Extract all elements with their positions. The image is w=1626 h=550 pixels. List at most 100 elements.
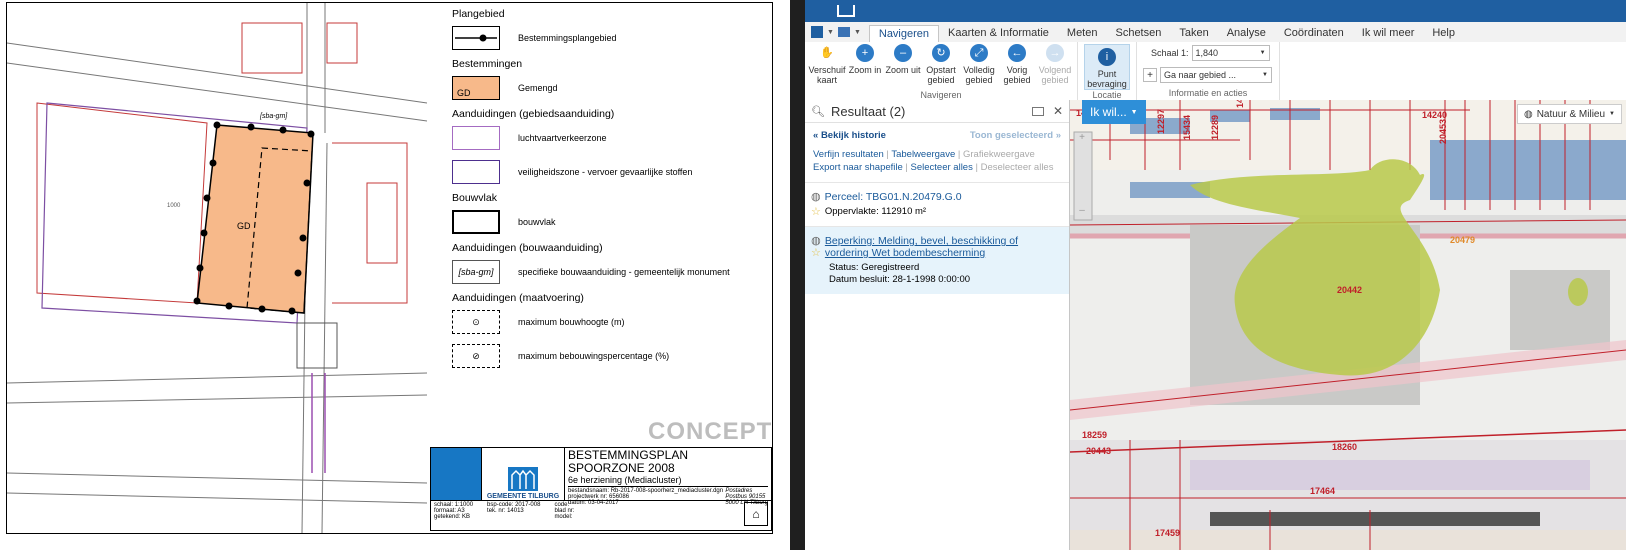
save-icon[interactable]: [811, 26, 823, 38]
minimize-icon[interactable]: [1031, 106, 1044, 116]
parcel-label: 20453: [1438, 118, 1448, 144]
sba-code: [sba-gm]: [458, 267, 494, 277]
window-divider: [790, 0, 805, 550]
history-link[interactable]: « Bekijk historie: [813, 130, 886, 141]
goto-area-select[interactable]: Ga naar gebied ... ▼: [1160, 67, 1272, 83]
tab-schetsen[interactable]: Schetsen: [1106, 25, 1170, 42]
punt-bevraging-label: Punt bevraging: [1087, 69, 1127, 89]
parcel-label: 15434: [1182, 114, 1192, 140]
parcel-label: 14239: [1235, 100, 1245, 108]
bouwhoogte-symbol: ⊙: [472, 316, 480, 327]
show-selected-label: Toon geselecteerd: [969, 130, 1054, 141]
plan-subtitle: 6e herziening (Mediacluster): [568, 475, 768, 487]
legend-bebouwing-label: maximum bebouwingspercentage (%): [518, 351, 670, 361]
zoom-out-icon: –: [894, 44, 912, 62]
layer-selector[interactable]: ◍ Natuur & Milieu ▼: [1516, 104, 1622, 124]
folder-icon[interactable]: [837, 27, 850, 37]
model-label: model:: [554, 514, 573, 520]
legend-bouwvlak-label: bouwvlak: [518, 217, 556, 227]
ribbon-group-navigeren: ✋ Verschuif kaart + Zoom in – Zoom uit ↻ Opstar…: [805, 42, 1078, 100]
result-area: Oppervlakte: 112910 m²: [824, 206, 927, 217]
result-item-beperking[interactable]: ◍ ☆ Beperking: Melding, bevel, beschikki…: [805, 226, 1069, 294]
legend-maatvoering-heading: Aanduidingen (maatvoering): [452, 292, 584, 304]
star-icon[interactable]: ☆: [811, 247, 821, 259]
select-all-link[interactable]: Selecteer alles: [911, 162, 973, 173]
results-header: 🔍︎ Resultaat (2) ✕: [805, 100, 1069, 123]
tek-value: 14013: [507, 508, 524, 514]
star-icon[interactable]: ☆: [811, 206, 821, 218]
ik-wil-button[interactable]: Ik wil... ▼: [1082, 100, 1146, 124]
verschuif-kaart-button[interactable]: ✋ Verschuif kaart: [808, 44, 846, 90]
layer-label: Natuur & Milieu: [1536, 108, 1606, 120]
close-icon[interactable]: ✕: [1053, 104, 1063, 118]
tab-kaarten-informatie[interactable]: Kaarten & Informatie: [939, 25, 1058, 42]
tab-meten[interactable]: Meten: [1058, 25, 1107, 42]
tab-navigeren[interactable]: Navigeren: [868, 25, 940, 42]
bebouwing-swatch: ⊘: [452, 344, 500, 368]
zoom-in-icon: +: [856, 44, 874, 62]
gis-viewer: ▼ ▼ Navigeren Kaarten & Informatie Meten Sc…: [805, 0, 1626, 550]
ribbon-button-label: Opstart gebied: [926, 65, 956, 85]
bouwvlak-swatch: [452, 210, 500, 234]
scale-value: 1,840: [1195, 48, 1219, 58]
vorig-gebied-button[interactable]: ← Vorig gebied: [999, 44, 1035, 90]
deselect-all-link[interactable]: Deselecteer alles: [981, 162, 1054, 173]
legend: Plangebied Bestemmingsplangebied Bestemm…: [452, 8, 772, 376]
tab-ik-wil-meer[interactable]: Ik wil meer: [1353, 25, 1424, 42]
map-canvas[interactable]: [1070, 100, 1626, 550]
parcel-label: 17459: [1155, 528, 1181, 538]
municipality-name: GEMEENTE TILBURG: [486, 493, 560, 500]
ribbon-button-label: Vorig gebied: [1003, 65, 1031, 85]
graph-view-link[interactable]: Grafiekweergave: [963, 149, 1035, 160]
parcel-label: 20479: [1450, 235, 1476, 245]
zoom-control[interactable]: + –: [1074, 132, 1090, 216]
export-shapefile-link[interactable]: Export naar shapefile: [813, 162, 903, 173]
ribbon-button-label: Verschuif kaart: [808, 65, 846, 85]
globe-icon: ◍: [811, 191, 821, 203]
chevron-down-icon: ▼: [1130, 108, 1138, 116]
sba-swatch: [sba-gm]: [452, 260, 500, 284]
tilburg-crest-icon: [508, 467, 538, 491]
chevron-down-icon: ▼: [1259, 50, 1266, 56]
add-icon[interactable]: +: [1143, 68, 1157, 82]
map-view[interactable]: 1419912297154341228914239142402045320479…: [1070, 100, 1626, 550]
legend-bouwaanduiding-heading: Aanduidingen (bouwaanduiding): [452, 242, 603, 254]
map-label-gd: GD: [237, 221, 251, 231]
ribbon: ✋ Verschuif kaart + Zoom in – Zoom uit ↻ Opstar…: [805, 42, 1626, 110]
legend-plangebied-item: Bestemmingsplangebied: [518, 33, 617, 43]
chevron-down-icon[interactable]: ▼: [827, 29, 834, 36]
result-title[interactable]: Perceel: TBG01.N.20479.G.0: [825, 191, 962, 203]
scale-label: Schaal 1:: [1151, 48, 1189, 58]
globe-icon: ◍: [1523, 108, 1533, 120]
result-title[interactable]: Beperking: Melding, bevel, beschikking o…: [825, 235, 1063, 259]
zoom-out-icon[interactable]: –: [1074, 205, 1090, 216]
volledig-gebied-button[interactable]: ⤢ Volledig gebied: [961, 44, 997, 90]
chevron-down-icon[interactable]: ▼: [854, 29, 861, 36]
refine-results-link[interactable]: Verfijn resultaten: [813, 149, 884, 160]
forward-arrow-icon: →: [1046, 44, 1064, 62]
table-view-link[interactable]: Tabelweergave: [891, 149, 955, 160]
zoom-uit-button[interactable]: – Zoom uit: [885, 44, 921, 90]
locatie-group-label: Locatie informatie: [1087, 90, 1127, 110]
show-selected-link[interactable]: Toon geselecteerd »: [970, 130, 1061, 141]
scale-input[interactable]: 1,840 ▼: [1191, 45, 1270, 61]
plan-document: [sba-gm] GD 1000 Plangebied Bestemmingsp…: [0, 0, 790, 550]
zoom-in-button[interactable]: + Zoom in: [847, 44, 883, 90]
bebouwing-symbol: ⊘: [472, 350, 480, 361]
info-icon: i: [1098, 48, 1116, 66]
tab-co-rdinaten[interactable]: Coördinaten: [1275, 25, 1353, 42]
result-item-perceel[interactable]: ◍ Perceel: TBG01.N.20479.G.0 ☆ Oppervlak…: [805, 182, 1069, 226]
zoom-in-icon[interactable]: +: [1074, 132, 1090, 143]
result-date: Datum besluit: 28-1-1998 0:00:00: [829, 274, 971, 285]
opstart-gebied-button[interactable]: ↻ Opstart gebied: [923, 44, 959, 90]
punt-bevraging-button[interactable]: i Punt bevraging: [1084, 44, 1130, 90]
zoom-slider[interactable]: [1074, 143, 1090, 205]
title-block: GEMEENTE TILBURG BESTEMMINGSPLAN SPOORZO…: [430, 447, 772, 531]
tab-help[interactable]: Help: [1423, 25, 1464, 42]
gemengd-swatch: GD: [452, 76, 500, 100]
tab-taken[interactable]: Taken: [1170, 25, 1217, 42]
ribbon-button-label: Volgend gebied: [1038, 65, 1072, 85]
tab-analyse[interactable]: Analyse: [1218, 25, 1275, 42]
volgend-gebied-button[interactable]: → Volgend gebied: [1037, 44, 1073, 90]
luchtvaart-swatch: [452, 126, 500, 150]
